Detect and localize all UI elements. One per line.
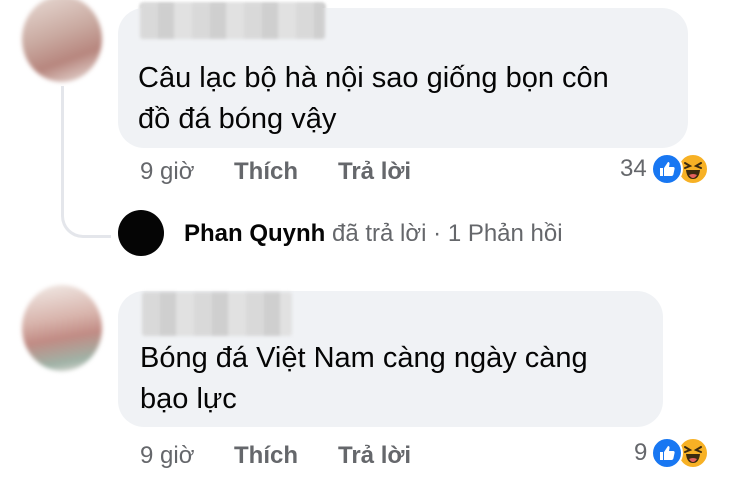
reply-count[interactable]: 1 Phản hồi	[448, 220, 563, 247]
reply-separator: ·	[433, 220, 442, 247]
comment-timestamp[interactable]: 9 giờ	[140, 158, 194, 186]
comment-text: Bóng đá Việt Nam càng ngày càng bạo lực	[140, 338, 588, 420]
reply-author-name[interactable]: Phan Quynh	[184, 220, 325, 247]
reaction-count: 34	[620, 155, 647, 182]
comment-text-line: Bóng đá Việt Nam càng ngày càng	[140, 342, 588, 374]
commenter-name-blurred[interactable]	[142, 292, 292, 336]
reply-button[interactable]: Trả lời	[338, 442, 411, 470]
thread-connector	[61, 86, 111, 238]
reply-button[interactable]: Trả lời	[338, 158, 411, 186]
like-button[interactable]: Thích	[234, 442, 298, 470]
comment-text: Câu lạc bộ hà nội sao giống bọn côn đồ đ…	[138, 58, 609, 140]
reaction-summary[interactable]: 9	[634, 437, 710, 469]
comment-text-line: đồ đá bóng vậy	[138, 103, 337, 135]
reaction-summary[interactable]: 34	[620, 153, 709, 185]
like-icon	[650, 153, 683, 185]
comment-text-line: bạo lực	[140, 383, 237, 415]
comment-text-line: Câu lạc bộ hà nội sao giống bọn côn	[138, 62, 609, 94]
commenter-name-blurred[interactable]	[140, 3, 325, 39]
reaction-count: 9	[634, 439, 648, 466]
view-replies-link[interactable]: Phan Quynh đã trả lời · 1 Phản hồi	[184, 220, 563, 248]
reply-action: đã trả lời	[332, 220, 427, 247]
commenter-avatar[interactable]	[22, 285, 102, 371]
commenter-avatar[interactable]	[22, 0, 102, 82]
comment-timestamp[interactable]: 9 giờ	[140, 442, 194, 470]
reply-author-avatar[interactable]	[118, 210, 164, 256]
like-button[interactable]: Thích	[234, 158, 298, 186]
